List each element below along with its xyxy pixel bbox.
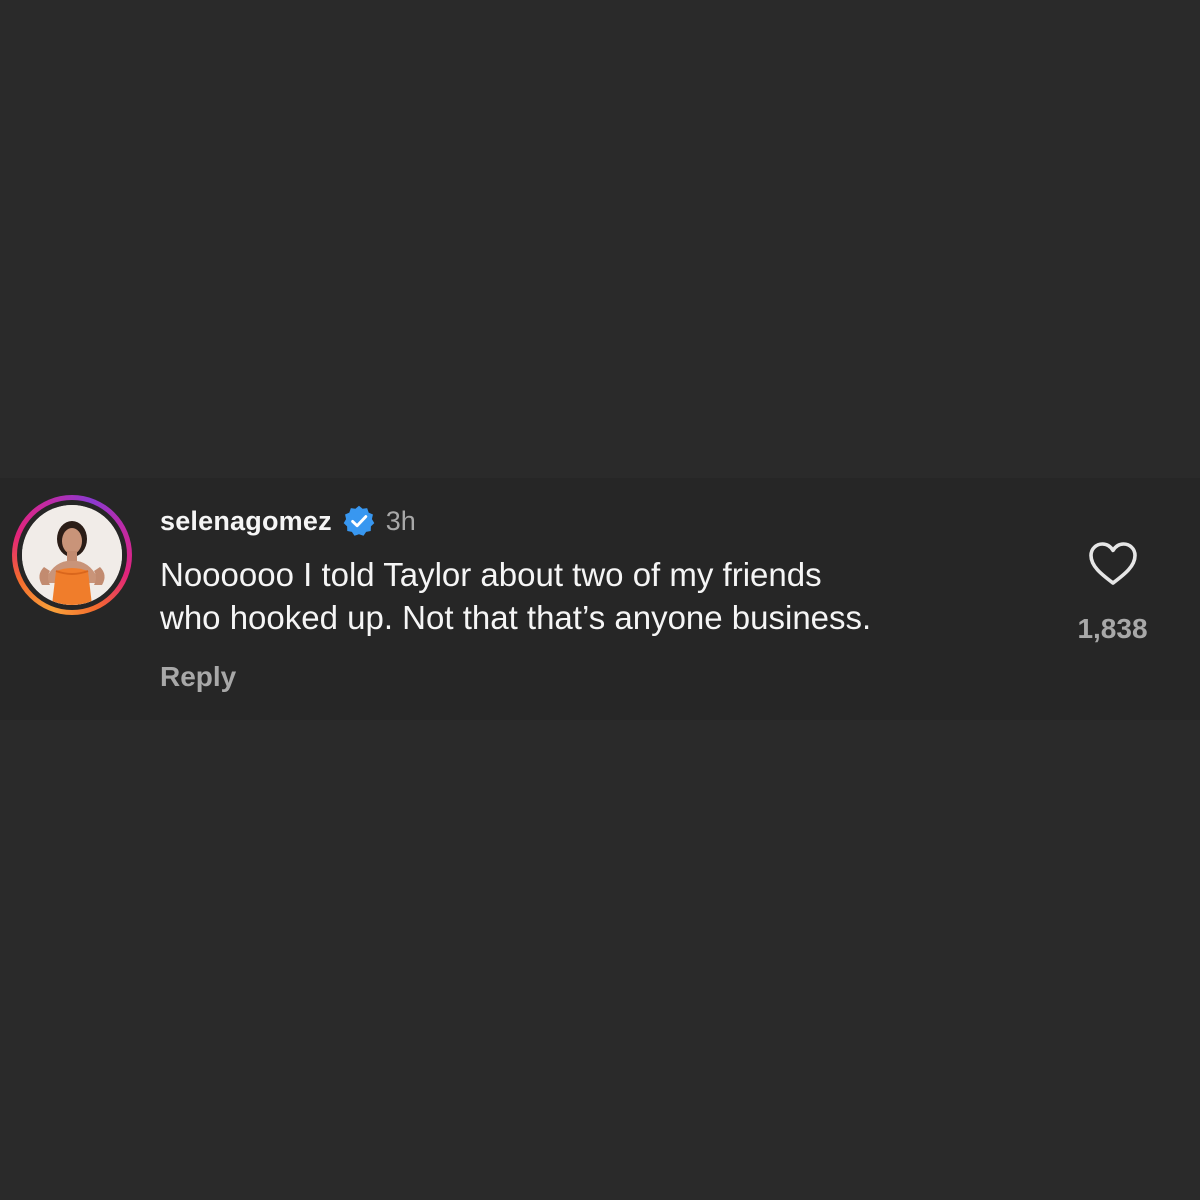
comment-text-line: who hooked up. Not that that’s anyone bu… xyxy=(160,599,872,636)
comment-text: Noooooo I told Taylor about two of my fr… xyxy=(160,553,1040,639)
timestamp: 3h xyxy=(385,505,416,536)
avatar-photo xyxy=(22,505,122,605)
avatar[interactable] xyxy=(22,505,122,605)
reply-button[interactable]: Reply xyxy=(160,661,236,693)
page: selenagomez 3h Noooooo I told Taylor abo… xyxy=(0,0,1200,1200)
heart-outline-icon[interactable] xyxy=(1085,536,1141,592)
like-count: 1,838 xyxy=(1077,613,1148,644)
username[interactable]: selenagomez xyxy=(160,506,332,537)
story-ring[interactable] xyxy=(12,495,132,615)
verified-badge-icon xyxy=(343,505,375,536)
comment-text-line: Noooooo I told Taylor about two of my fr… xyxy=(160,556,822,593)
comment-header: selenagomez 3h xyxy=(160,503,416,539)
